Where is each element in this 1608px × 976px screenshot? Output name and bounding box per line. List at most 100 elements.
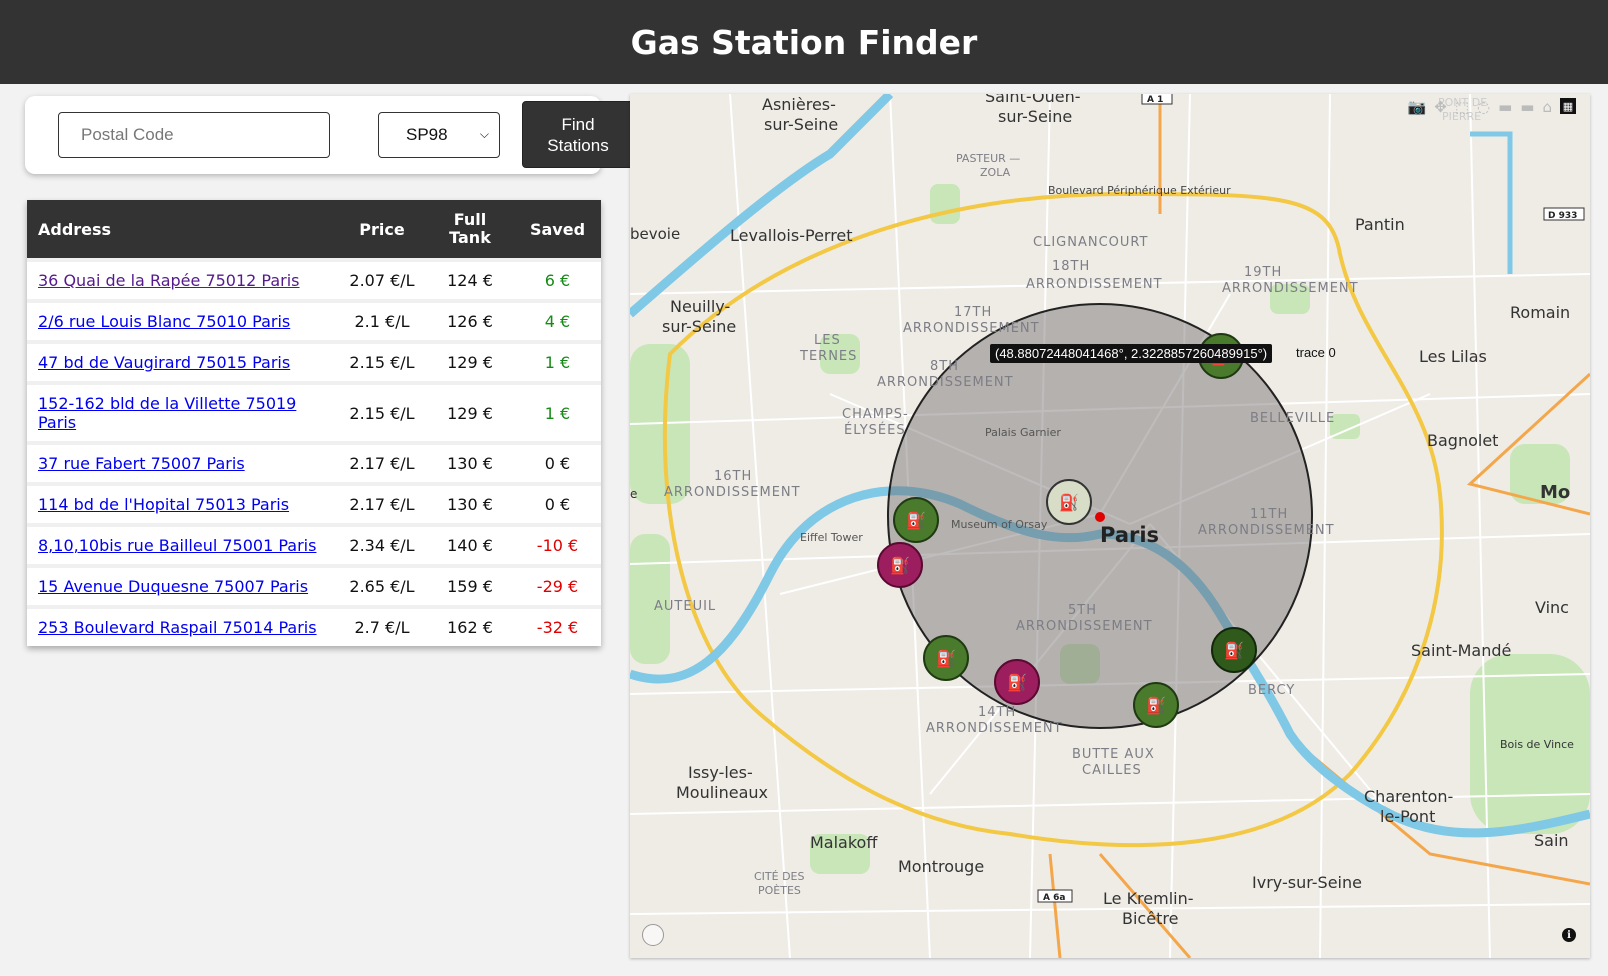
header-full-tank: Full Tank [426,200,514,260]
full-tank-cell: 129 € [447,353,493,372]
station-address-link[interactable]: 8,10,10bis rue Bailleul 75001 Paris [38,536,316,555]
label-arr5-a: 5TH [1068,603,1097,618]
label-paris: Paris [1100,523,1159,547]
app-header: Gas Station Finder [0,0,1608,84]
label-romain: Romain [1510,303,1570,322]
label-kremlin-2: Bicêtre [1122,909,1178,928]
full-tank-cell: 129 € [447,403,493,423]
find-stations-button[interactable]: Find Stations [522,101,634,168]
map-view[interactable]: ⛽ ⛽ ⛽ ⛽ ⛽ ⛽ ⛽ ⛽ Paris Asnières- sur-Sein… [630,94,1590,958]
svg-text:⛽: ⛽ [890,556,910,575]
pan-icon[interactable]: ✥ [1434,98,1447,116]
station-address-link[interactable]: 152-162 bld de la Villette 75019 Paris [38,394,296,432]
station-marker[interactable]: ⛽ [923,635,969,681]
address-cell: 253 Boulevard Raspail 75014 Paris [27,607,338,646]
label-arr16-a: 16TH [714,469,752,484]
label-arr17-a: 17TH [954,305,992,320]
fuel-type-select[interactable]: SP98 ⌵ [378,112,500,158]
label-vinc: Vinc [1535,598,1569,617]
label-sain: Sain [1534,831,1569,850]
full-tank-cell: 130 € [447,454,493,473]
station-marker[interactable]: ⛽ [1046,479,1092,525]
saved-cell: 6 € [544,271,571,290]
station-marker[interactable]: ⛽ [877,542,923,588]
station-marker[interactable]: ⛽ [1211,627,1257,673]
address-cell: 37 rue Fabert 75007 Paris [27,443,338,484]
attribution-info-icon[interactable]: i [1562,928,1576,942]
hover-tooltip: (48.88072448041468°, 2.3228857260489915°… [990,344,1273,363]
home-icon[interactable]: ⌂ [1542,98,1552,116]
lasso-icon[interactable]: ◌ [1477,98,1490,116]
zoom-in-icon[interactable]: ▬ [1498,98,1512,116]
camera-icon[interactable]: 📷 [1408,98,1427,116]
label-saintouen-2: sur-Seine [998,107,1072,126]
label-bagnolet: Bagnolet [1427,431,1498,450]
label-saintouen-1: Saint-Ouen- [985,94,1081,106]
label-pantin: Pantin [1355,215,1405,234]
label-levallois: Levallois-Perret [730,226,853,245]
header-address: Address [38,219,112,239]
svg-text:⛽: ⛽ [1224,641,1244,660]
label-issy-1: Issy-les- [688,763,753,782]
table-header-row: Address Price Full Tank Saved [27,200,601,260]
saved-cell: 1 € [544,353,571,372]
find-button-label-2: Stations [547,135,609,155]
price-cell: 2.7 €/L [354,618,410,637]
station-address-link[interactable]: 253 Boulevard Raspail 75014 Paris [38,618,317,637]
station-address-link[interactable]: 2/6 rue Louis Blanc 75010 Paris [38,312,290,331]
table-row: 253 Boulevard Raspail 75014 Paris 2.7 €/L… [27,607,601,646]
station-marker[interactable]: ⛽ [1133,682,1179,728]
full-tank-cell: 159 € [447,577,493,596]
address-cell: 36 Quai de la Rapée 75012 Paris [27,260,338,301]
center-marker [1095,512,1105,522]
label-leslilas: Les Lilas [1419,347,1487,366]
price-cell: 2.17 €/L [349,454,415,473]
label-saintmande: Saint-Mandé [1411,641,1511,660]
saved-cell: 1 € [544,403,571,423]
label-butte-2: CAILLES [1082,763,1142,778]
svg-text:⛽: ⛽ [936,649,956,668]
station-marker[interactable]: ⛽ [893,497,939,543]
header-full-line1: Full [453,210,487,229]
postal-code-input[interactable] [58,112,330,158]
label-arr18-a: 18TH [1052,259,1090,274]
price-cell: 2.34 €/L [349,536,415,555]
label-mo: Mo [1540,482,1570,503]
label-arr19-b: ARRONDISSEMENT [1222,281,1359,296]
header-price: Price [359,219,405,239]
price-cell: 2.17 €/L [349,495,415,514]
station-address-link[interactable]: 47 bd de Vaugirard 75015 Paris [38,353,290,372]
label-arr17-b: ARRONDISSEMENT [903,321,1040,336]
full-tank-cell: 130 € [447,495,493,514]
table-row: 8,10,10bis rue Bailleul 75001 Paris 2.34 … [27,525,601,566]
find-button-label-1: Find [561,114,595,134]
saved-cell: 0 € [544,495,571,514]
price-cell: 2.07 €/L [349,271,415,290]
map-toolbar: 📷 ✥ ⬚ ◌ ▬ ▬ ⌂ ▦ [1408,98,1576,116]
station-address-link[interactable]: 36 Quai de la Rapée 75012 Paris [38,271,300,290]
box-select-icon[interactable]: ⬚ [1455,98,1469,116]
label-bevoie: bevoie [630,225,680,243]
label-charenton-2: le-Pont [1380,807,1435,826]
zoom-out-icon[interactable]: ▬ [1520,98,1534,116]
label-auteuil: AUTEUIL [654,599,716,614]
label-neuilly-1: Neuilly- [670,297,730,316]
label-lesternes-1: LES [814,333,841,348]
results-table-container: Address Price Full Tank Saved 36 Quai de … [27,200,601,646]
station-address-link[interactable]: 15 Avenue Duquesne 75007 Paris [38,577,308,596]
full-tank-cell: 162 € [447,618,493,637]
map-canvas[interactable]: ⛽ ⛽ ⛽ ⛽ ⛽ ⛽ ⛽ ⛽ Paris Asnières- sur-Sein… [630,94,1590,958]
station-address-link[interactable]: 114 bd de l'Hopital 75013 Paris [38,495,289,514]
label-champs-2: ÉLYSÉES [844,422,906,438]
label-asnieres-1: Asnières- [762,95,836,114]
svg-text:⛽: ⛽ [1007,673,1027,692]
table-row: 36 Quai de la Rapée 75012 Paris 2.07 €/L 1… [27,260,601,301]
label-arr8-b: ARRONDISSEMENT [877,375,1014,390]
page-title: Gas Station Finder [630,22,978,62]
station-address-link[interactable]: 37 rue Fabert 75007 Paris [38,454,245,473]
saved-cell: 4 € [544,312,571,331]
station-marker[interactable]: ⛽ [994,659,1040,705]
label-bercy: BERCY [1248,683,1295,698]
full-tank-cell: 140 € [447,536,493,555]
plotly-logo-icon[interactable]: ▦ [1560,98,1576,114]
